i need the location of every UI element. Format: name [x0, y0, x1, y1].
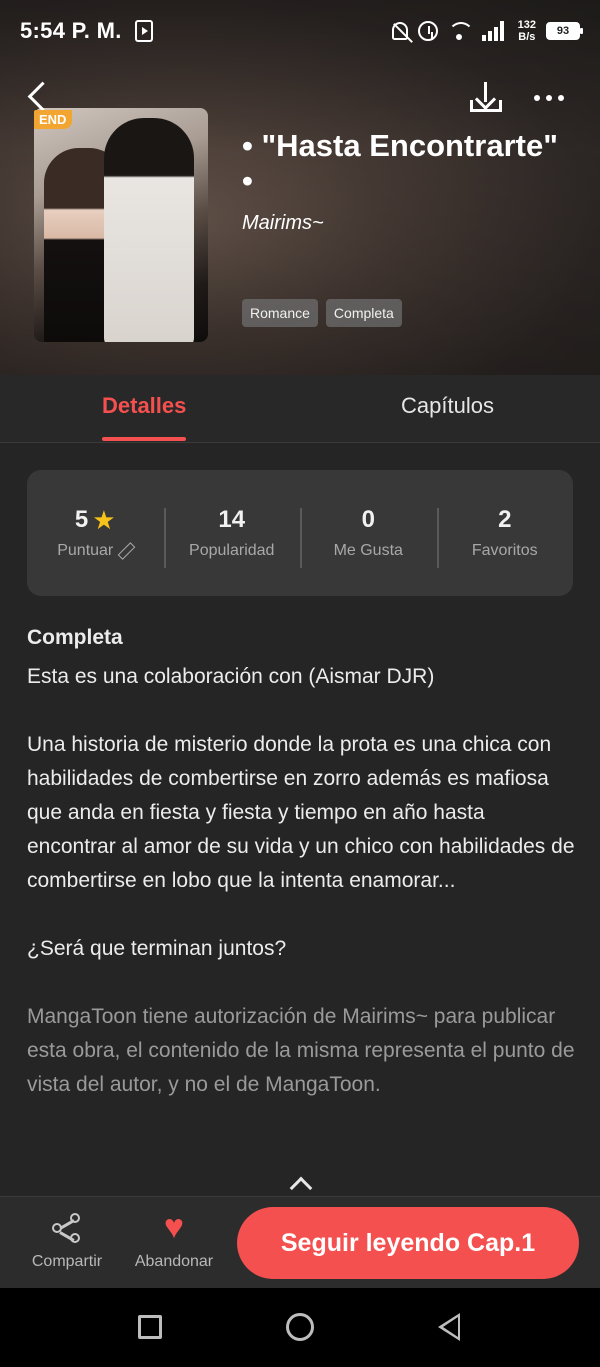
- end-badge: END: [34, 110, 73, 129]
- continue-reading-button[interactable]: Seguir leyendo Cap.1: [237, 1207, 579, 1279]
- tag-romance[interactable]: Romance: [242, 299, 318, 327]
- likes-label: Me Gusta: [333, 542, 403, 559]
- description-synopsis: Una historia de misterio donde la prota …: [27, 733, 575, 892]
- description-intro: Esta es una colaboración con (Aismar DJR…: [27, 665, 435, 688]
- description-question: ¿Será que terminan juntos?: [27, 937, 287, 960]
- status-bar: 5:54 P. M. 132 B/s 93: [0, 0, 600, 62]
- favorites-value: 2: [498, 506, 512, 533]
- chevron-up-icon[interactable]: [288, 1175, 312, 1191]
- share-button[interactable]: Compartir: [28, 1211, 106, 1271]
- recents-icon[interactable]: [138, 1315, 162, 1339]
- likes-value: 0: [361, 506, 375, 533]
- popularity-value: 14: [218, 506, 246, 533]
- star-icon: ★: [92, 505, 116, 535]
- back-nav-icon[interactable]: [438, 1313, 460, 1341]
- tag-completa[interactable]: Completa: [325, 299, 402, 327]
- download-button[interactable]: [466, 78, 506, 118]
- favorites-label: Favoritos: [471, 542, 538, 559]
- tab-chapters[interactable]: Capítulos: [401, 393, 494, 419]
- system-nav-bar: [0, 1288, 600, 1367]
- page-title: • "Hasta Encontrarte" •: [242, 128, 558, 198]
- author-name[interactable]: Mairims~: [242, 212, 324, 235]
- notifications-off-icon: [391, 22, 408, 40]
- tab-details[interactable]: Detalles: [102, 393, 187, 441]
- status-time: 5:54 P. M.: [20, 18, 122, 43]
- media-notification-icon: [135, 20, 153, 42]
- stat-popularity: 14 Popularidad: [163, 506, 301, 568]
- stats-card: 5 ★ Puntuar 14 Popularidad 0 Me Gusta 2 …: [27, 470, 573, 596]
- rating-label: Puntuar: [57, 542, 114, 559]
- signal-icon: [481, 21, 508, 41]
- more-options-button[interactable]: [534, 86, 574, 110]
- abandon-label: Abandonar: [134, 1253, 214, 1270]
- action-bar: Compartir ♥ Abandonar Seguir leyendo Cap…: [0, 1196, 600, 1288]
- battery-icon: 93: [546, 22, 583, 40]
- stat-rating[interactable]: 5 ★ Puntuar: [27, 506, 164, 560]
- network-speed-unit: B/s: [518, 31, 536, 43]
- edit-icon: [117, 543, 133, 559]
- rating-value: 5: [74, 506, 89, 533]
- status-heading: Completa: [27, 626, 123, 649]
- abandon-button[interactable]: ♥ Abandonar: [132, 1208, 216, 1271]
- status-icons: 132 B/s 93: [391, 14, 583, 48]
- share-label: Compartir: [31, 1253, 103, 1270]
- stat-favorites: 2 Favoritos: [436, 506, 574, 568]
- network-speed: 132 B/s: [518, 19, 536, 43]
- tab-bar: Detalles Capítulos: [0, 375, 600, 443]
- home-icon[interactable]: [286, 1313, 314, 1341]
- cover-image[interactable]: [34, 108, 208, 342]
- popularity-label: Popularidad: [189, 542, 275, 559]
- network-speed-value: 132: [517, 19, 536, 31]
- description: Completa Esta es una colaboración con (A…: [27, 626, 575, 1102]
- download-icon: [484, 82, 487, 102]
- alarm-icon: [417, 21, 438, 41]
- share-icon: [50, 1211, 84, 1245]
- heart-icon: ♥: [163, 1208, 185, 1246]
- genre-tags: Romance Completa: [242, 299, 402, 327]
- wifi-icon: [447, 22, 474, 40]
- copyright-disclaimer: MangaToon tiene autorización de Mairims~…: [27, 1005, 575, 1096]
- stat-likes: 0 Me Gusta: [300, 506, 437, 568]
